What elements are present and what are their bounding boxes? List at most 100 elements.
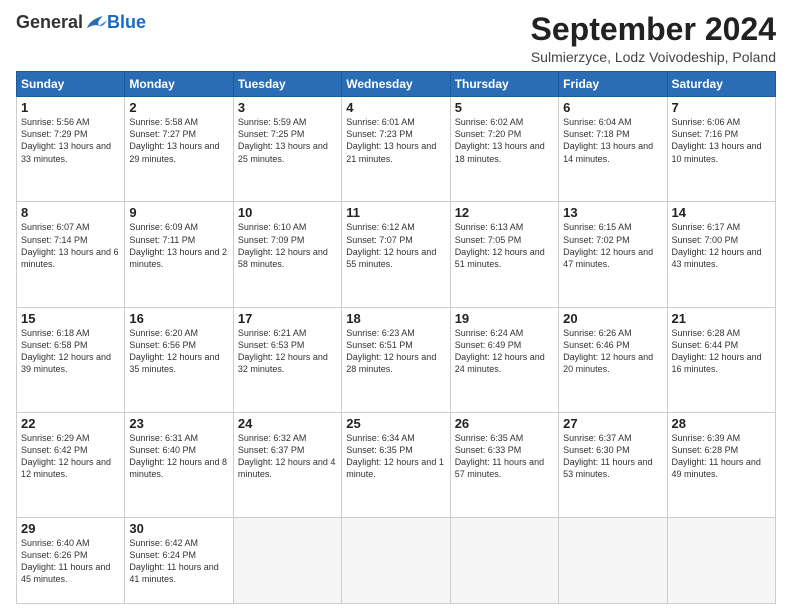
calendar-week-row: 8Sunrise: 6:07 AM Sunset: 7:14 PM Daylig…	[17, 202, 776, 307]
day-info: Sunrise: 6:28 AM Sunset: 6:44 PM Dayligh…	[672, 327, 771, 376]
table-row: 10Sunrise: 6:10 AM Sunset: 7:09 PM Dayli…	[233, 202, 341, 307]
table-row: 3Sunrise: 5:59 AM Sunset: 7:25 PM Daylig…	[233, 97, 341, 202]
logo: General Blue	[16, 12, 146, 33]
table-row: 7Sunrise: 6:06 AM Sunset: 7:16 PM Daylig…	[667, 97, 775, 202]
day-number: 17	[238, 311, 337, 326]
day-info: Sunrise: 6:07 AM Sunset: 7:14 PM Dayligh…	[21, 221, 120, 270]
day-number: 26	[455, 416, 554, 431]
col-thursday: Thursday	[450, 72, 558, 97]
day-number: 30	[129, 521, 228, 536]
table-row: 5Sunrise: 6:02 AM Sunset: 7:20 PM Daylig…	[450, 97, 558, 202]
table-row: 18Sunrise: 6:23 AM Sunset: 6:51 PM Dayli…	[342, 307, 450, 412]
table-row: 19Sunrise: 6:24 AM Sunset: 6:49 PM Dayli…	[450, 307, 558, 412]
table-row: 24Sunrise: 6:32 AM Sunset: 6:37 PM Dayli…	[233, 412, 341, 517]
day-number: 25	[346, 416, 445, 431]
calendar-container: General Blue September 2024 Sulmierzyce,…	[0, 0, 792, 612]
day-info: Sunrise: 5:56 AM Sunset: 7:29 PM Dayligh…	[21, 116, 120, 165]
calendar-table: Sunday Monday Tuesday Wednesday Thursday…	[16, 71, 776, 604]
table-row	[342, 517, 450, 603]
table-row: 25Sunrise: 6:34 AM Sunset: 6:35 PM Dayli…	[342, 412, 450, 517]
day-info: Sunrise: 6:10 AM Sunset: 7:09 PM Dayligh…	[238, 221, 337, 270]
day-info: Sunrise: 6:13 AM Sunset: 7:05 PM Dayligh…	[455, 221, 554, 270]
day-info: Sunrise: 6:06 AM Sunset: 7:16 PM Dayligh…	[672, 116, 771, 165]
day-info: Sunrise: 6:12 AM Sunset: 7:07 PM Dayligh…	[346, 221, 445, 270]
col-monday: Monday	[125, 72, 233, 97]
col-tuesday: Tuesday	[233, 72, 341, 97]
day-number: 18	[346, 311, 445, 326]
day-number: 28	[672, 416, 771, 431]
day-info: Sunrise: 6:15 AM Sunset: 7:02 PM Dayligh…	[563, 221, 662, 270]
day-info: Sunrise: 6:17 AM Sunset: 7:00 PM Dayligh…	[672, 221, 771, 270]
day-info: Sunrise: 6:01 AM Sunset: 7:23 PM Dayligh…	[346, 116, 445, 165]
day-number: 15	[21, 311, 120, 326]
logo-bird-icon	[85, 14, 107, 32]
day-info: Sunrise: 6:20 AM Sunset: 6:56 PM Dayligh…	[129, 327, 228, 376]
calendar-week-row: 15Sunrise: 6:18 AM Sunset: 6:58 PM Dayli…	[17, 307, 776, 412]
day-number: 23	[129, 416, 228, 431]
day-info: Sunrise: 6:35 AM Sunset: 6:33 PM Dayligh…	[455, 432, 554, 481]
table-row: 14Sunrise: 6:17 AM Sunset: 7:00 PM Dayli…	[667, 202, 775, 307]
day-number: 13	[563, 205, 662, 220]
day-number: 12	[455, 205, 554, 220]
day-info: Sunrise: 6:09 AM Sunset: 7:11 PM Dayligh…	[129, 221, 228, 270]
day-number: 10	[238, 205, 337, 220]
day-info: Sunrise: 5:58 AM Sunset: 7:27 PM Dayligh…	[129, 116, 228, 165]
day-info: Sunrise: 6:21 AM Sunset: 6:53 PM Dayligh…	[238, 327, 337, 376]
table-row: 30Sunrise: 6:42 AM Sunset: 6:24 PM Dayli…	[125, 517, 233, 603]
day-info: Sunrise: 6:34 AM Sunset: 6:35 PM Dayligh…	[346, 432, 445, 481]
table-row: 1Sunrise: 5:56 AM Sunset: 7:29 PM Daylig…	[17, 97, 125, 202]
table-row: 20Sunrise: 6:26 AM Sunset: 6:46 PM Dayli…	[559, 307, 667, 412]
header: General Blue September 2024 Sulmierzyce,…	[16, 12, 776, 65]
day-number: 5	[455, 100, 554, 115]
day-number: 19	[455, 311, 554, 326]
day-info: Sunrise: 6:37 AM Sunset: 6:30 PM Dayligh…	[563, 432, 662, 481]
day-number: 8	[21, 205, 120, 220]
col-friday: Friday	[559, 72, 667, 97]
table-row: 28Sunrise: 6:39 AM Sunset: 6:28 PM Dayli…	[667, 412, 775, 517]
table-row: 9Sunrise: 6:09 AM Sunset: 7:11 PM Daylig…	[125, 202, 233, 307]
day-number: 7	[672, 100, 771, 115]
day-info: Sunrise: 6:23 AM Sunset: 6:51 PM Dayligh…	[346, 327, 445, 376]
table-row: 27Sunrise: 6:37 AM Sunset: 6:30 PM Dayli…	[559, 412, 667, 517]
logo-blue-text: Blue	[107, 12, 146, 33]
table-row: 22Sunrise: 6:29 AM Sunset: 6:42 PM Dayli…	[17, 412, 125, 517]
table-row: 4Sunrise: 6:01 AM Sunset: 7:23 PM Daylig…	[342, 97, 450, 202]
calendar-week-row: 1Sunrise: 5:56 AM Sunset: 7:29 PM Daylig…	[17, 97, 776, 202]
table-row: 17Sunrise: 6:21 AM Sunset: 6:53 PM Dayli…	[233, 307, 341, 412]
day-info: Sunrise: 5:59 AM Sunset: 7:25 PM Dayligh…	[238, 116, 337, 165]
day-number: 20	[563, 311, 662, 326]
day-info: Sunrise: 6:29 AM Sunset: 6:42 PM Dayligh…	[21, 432, 120, 481]
day-number: 14	[672, 205, 771, 220]
day-number: 2	[129, 100, 228, 115]
table-row	[559, 517, 667, 603]
calendar-week-row: 22Sunrise: 6:29 AM Sunset: 6:42 PM Dayli…	[17, 412, 776, 517]
day-info: Sunrise: 6:24 AM Sunset: 6:49 PM Dayligh…	[455, 327, 554, 376]
table-row: 16Sunrise: 6:20 AM Sunset: 6:56 PM Dayli…	[125, 307, 233, 412]
day-info: Sunrise: 6:32 AM Sunset: 6:37 PM Dayligh…	[238, 432, 337, 481]
table-row: 12Sunrise: 6:13 AM Sunset: 7:05 PM Dayli…	[450, 202, 558, 307]
calendar-header-row: Sunday Monday Tuesday Wednesday Thursday…	[17, 72, 776, 97]
day-number: 24	[238, 416, 337, 431]
day-number: 9	[129, 205, 228, 220]
day-number: 4	[346, 100, 445, 115]
table-row: 13Sunrise: 6:15 AM Sunset: 7:02 PM Dayli…	[559, 202, 667, 307]
col-wednesday: Wednesday	[342, 72, 450, 97]
logo-general-text: General	[16, 12, 83, 33]
day-number: 6	[563, 100, 662, 115]
table-row	[450, 517, 558, 603]
col-sunday: Sunday	[17, 72, 125, 97]
table-row: 23Sunrise: 6:31 AM Sunset: 6:40 PM Dayli…	[125, 412, 233, 517]
day-number: 29	[21, 521, 120, 536]
day-number: 16	[129, 311, 228, 326]
calendar-week-row: 29Sunrise: 6:40 AM Sunset: 6:26 PM Dayli…	[17, 517, 776, 603]
day-number: 27	[563, 416, 662, 431]
day-number: 21	[672, 311, 771, 326]
table-row: 15Sunrise: 6:18 AM Sunset: 6:58 PM Dayli…	[17, 307, 125, 412]
day-info: Sunrise: 6:42 AM Sunset: 6:24 PM Dayligh…	[129, 537, 228, 586]
table-row: 8Sunrise: 6:07 AM Sunset: 7:14 PM Daylig…	[17, 202, 125, 307]
col-saturday: Saturday	[667, 72, 775, 97]
table-row: 2Sunrise: 5:58 AM Sunset: 7:27 PM Daylig…	[125, 97, 233, 202]
day-info: Sunrise: 6:26 AM Sunset: 6:46 PM Dayligh…	[563, 327, 662, 376]
table-row: 21Sunrise: 6:28 AM Sunset: 6:44 PM Dayli…	[667, 307, 775, 412]
day-info: Sunrise: 6:04 AM Sunset: 7:18 PM Dayligh…	[563, 116, 662, 165]
